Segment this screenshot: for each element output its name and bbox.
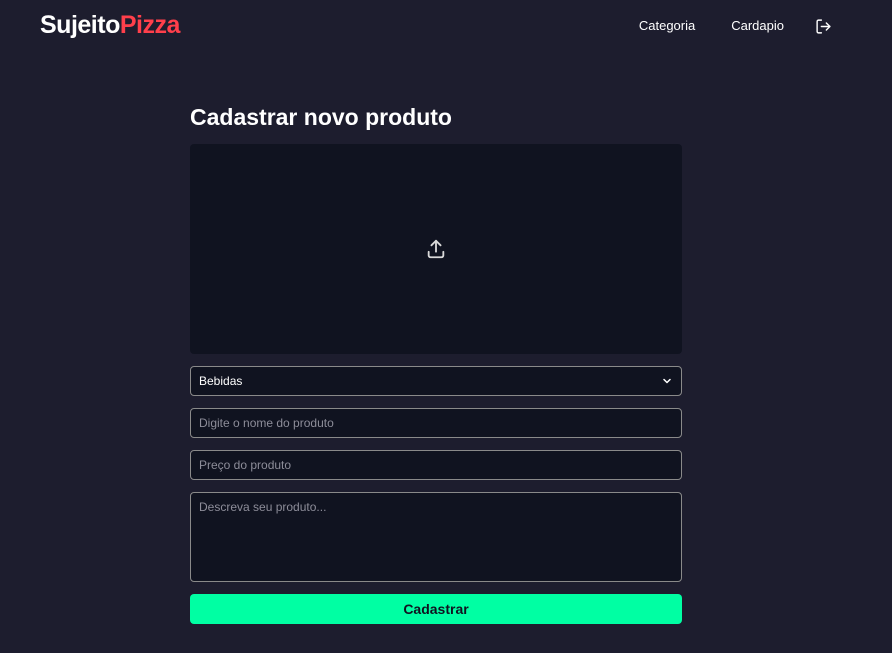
app-header: SujeitoPizza Categoria Cardapio bbox=[0, 0, 892, 52]
category-select-wrapper: Bebidas bbox=[190, 366, 682, 396]
product-description-input[interactable] bbox=[190, 492, 682, 582]
product-form-container: Cadastrar novo produto Bebidas Cadastrar bbox=[190, 100, 682, 624]
category-select[interactable]: Bebidas bbox=[190, 366, 682, 396]
category-select-value: Bebidas bbox=[199, 374, 243, 388]
brand-name-part2: Pizza bbox=[119, 11, 181, 39]
nav-link-categoria[interactable]: Categoria bbox=[639, 14, 695, 38]
submit-button[interactable]: Cadastrar bbox=[190, 594, 682, 624]
upload-icon bbox=[427, 239, 445, 259]
image-upload-area[interactable] bbox=[190, 144, 682, 354]
nav-link-cardapio[interactable]: Cardapio bbox=[731, 14, 784, 38]
product-price-input[interactable] bbox=[190, 450, 682, 480]
brand-name-part1: Sujeito bbox=[40, 11, 120, 39]
chevron-down-icon bbox=[663, 378, 671, 384]
product-name-input[interactable] bbox=[190, 408, 682, 438]
page-title: Cadastrar novo produto bbox=[190, 104, 452, 130]
logout-icon bbox=[815, 18, 831, 34]
logout-button[interactable] bbox=[814, 14, 832, 38]
brand-logo[interactable]: SujeitoPizza bbox=[40, 9, 180, 41]
main-nav: Categoria Cardapio bbox=[603, 14, 832, 38]
